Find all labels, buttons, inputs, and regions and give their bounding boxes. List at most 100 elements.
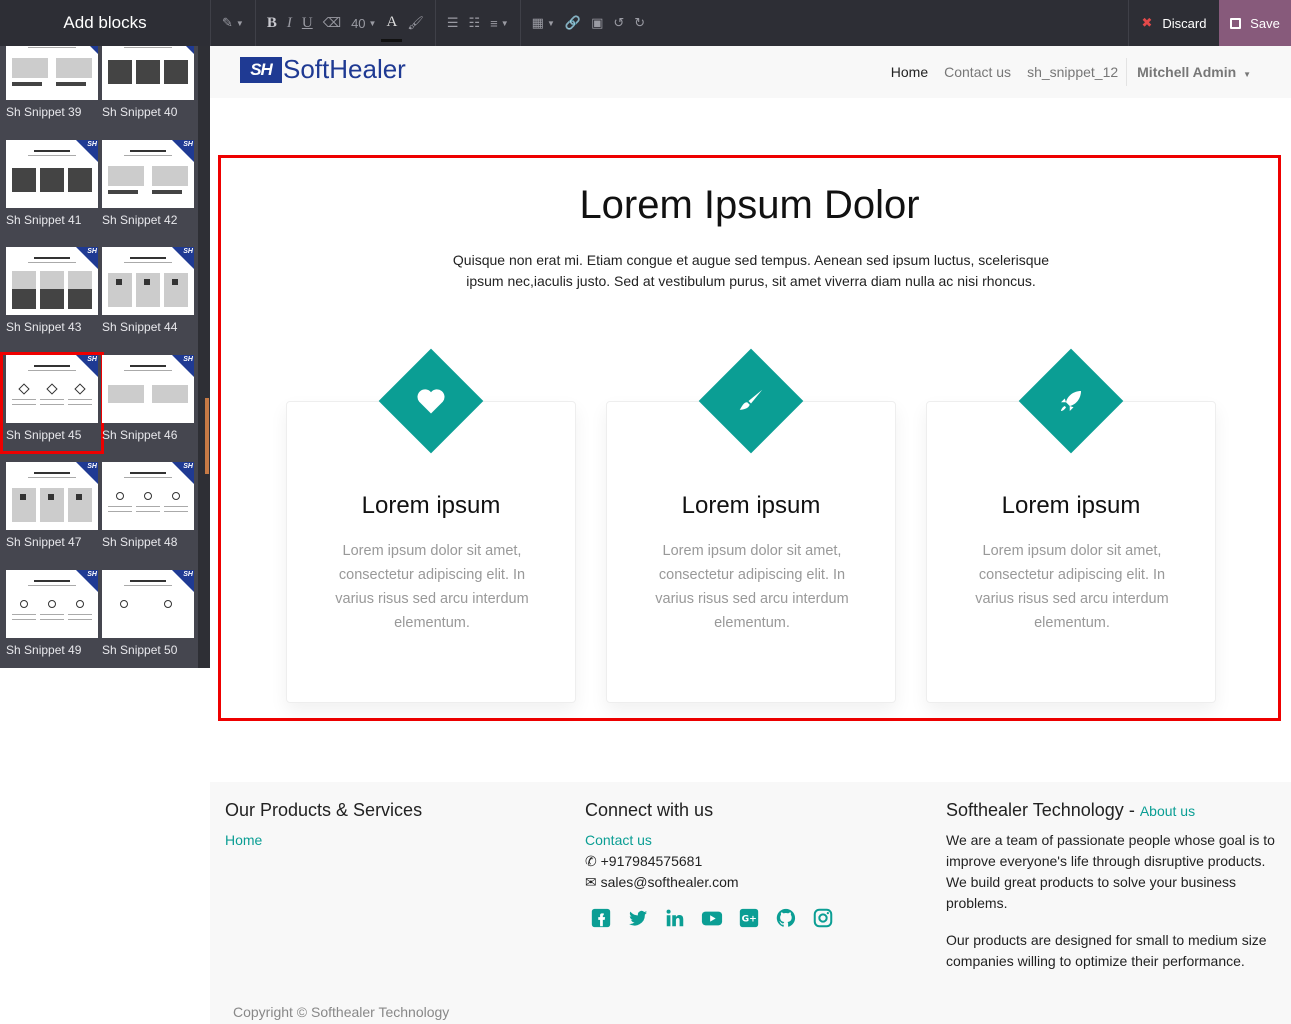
snippet-tile[interactable]: SH Sh Snippet 49 [6, 570, 98, 657]
snippet-badge: SH [183, 571, 193, 578]
section-title[interactable]: Lorem Ipsum Dolor [221, 183, 1278, 228]
github-icon[interactable] [775, 907, 797, 929]
font-color-button[interactable]: A [381, 6, 403, 42]
youtube-icon[interactable] [701, 907, 723, 929]
snippet-tile[interactable]: SH Sh Snippet 44 [102, 247, 194, 334]
italic-button[interactable]: I [282, 0, 297, 46]
font-size-dropdown[interactable]: 40 ▼ [346, 0, 381, 46]
linkedin-icon[interactable] [664, 907, 686, 929]
snippet-badge: SH [87, 463, 97, 471]
connect-title: Connect with us [585, 800, 714, 820]
scrollbar-thumb[interactable] [205, 398, 209, 474]
discard-button[interactable]: ✖ Discard [1128, 0, 1219, 46]
snippet-label: Sh Snippet 39 [6, 105, 82, 119]
snippet-tile[interactable]: SH Sh Snippet 43 [6, 247, 98, 334]
card-title[interactable]: Lorem ipsum [287, 492, 575, 520]
snippet-tile[interactable]: SH Sh Snippet 50 [102, 570, 194, 657]
rocket-icon [1018, 348, 1124, 454]
snippet-preview: SH [102, 570, 194, 638]
snippet-tile[interactable]: SH Sh Snippet 40 [102, 46, 194, 119]
snippet-badge: SH [183, 355, 193, 363]
facebook-icon[interactable] [590, 907, 612, 929]
link-icon[interactable]: 🔗 [560, 0, 586, 46]
about-paragraph-2: Our products are designed for small to m… [946, 932, 1267, 969]
about-paragraph-1: We are a team of passionate people whose… [946, 832, 1275, 911]
footer-products: Our Products & Services Home [225, 800, 422, 851]
svg-text:G+: G+ [742, 914, 757, 925]
envelope-icon: ✉ [585, 874, 597, 890]
card-text[interactable]: Lorem ipsum dolor sit amet, consectetur … [647, 539, 857, 635]
discard-label: Discard [1162, 15, 1207, 31]
snippet-label: Sh Snippet 40 [102, 105, 178, 119]
snippet-badge: SH [183, 140, 193, 148]
footer-contact-link[interactable]: Contact us [585, 830, 849, 851]
redo-icon[interactable]: ↻ [629, 0, 650, 46]
snippet-badge: SH [183, 463, 193, 471]
bullet-list-icon[interactable]: ☰ [442, 0, 464, 46]
snippet-label: Sh Snippet 48 [102, 535, 178, 550]
snippet-tile[interactable]: SH Sh Snippet 47 [6, 462, 98, 549]
align-icon[interactable]: ≡ ▼ [485, 0, 514, 46]
snippet-label: Sh Snippet 44 [102, 320, 178, 335]
table-icon[interactable]: ▦ ▼ [527, 0, 560, 46]
snippet-tile[interactable]: SH Sh Snippet 48 [102, 462, 194, 549]
social-links: G+ [590, 907, 849, 929]
add-blocks-title: Add blocks [63, 13, 147, 32]
card-title[interactable]: Lorem ipsum [927, 492, 1215, 520]
email-address[interactable]: sales@softhealer.com [601, 874, 739, 890]
footer-home-link[interactable]: Home [225, 830, 422, 851]
snippet-preview: SH [102, 462, 194, 531]
softhealer-logo[interactable]: SH SoftHealer [240, 54, 406, 85]
editor-toolbar: Add blocks ✎ ▼ B I U ⌫ 40 ▼ A 🖌 ☰ ☷ ≡ ▼ ▦ ▼ … [0, 0, 1291, 46]
undo-icon[interactable]: ↺ [608, 0, 629, 46]
save-label: Save [1250, 15, 1280, 31]
snippet-preview: SH [6, 139, 98, 208]
snippet-tile[interactable]: SH Sh Snippet 39 [6, 46, 98, 119]
snippet-preview: SH [6, 570, 98, 638]
copyright: Copyright © Softhealer Technology [233, 1004, 450, 1020]
snippet-preview: SH [6, 247, 98, 316]
nav-home[interactable]: Home [883, 64, 936, 80]
scrollbar[interactable] [198, 46, 210, 668]
card-title[interactable]: Lorem ipsum [607, 492, 895, 520]
footer-connect: Connect with us Contact us ✆ +9179845756… [585, 800, 849, 929]
phone-number: +917984575681 [600, 853, 703, 869]
snippet-tile[interactable]: SH Sh Snippet 41 [6, 139, 98, 227]
instagram-icon[interactable] [812, 907, 834, 929]
phone-icon: ✆ [585, 853, 597, 869]
save-button[interactable]: Save [1219, 0, 1291, 46]
card-icon-diamond [378, 348, 484, 454]
snippet-badge: SH [87, 248, 97, 256]
snippet-preview: SH [102, 139, 194, 208]
snippet-tile[interactable]: SH Sh Snippet 42 [102, 139, 194, 227]
nav-sh-snippet-12[interactable]: sh_snippet_12 [1019, 64, 1126, 80]
image-icon[interactable]: ▣ [586, 0, 608, 46]
snippet-preview: SH [102, 46, 194, 100]
close-icon: ✖ [1141, 15, 1153, 30]
phone-line: ✆ +917984575681 [585, 851, 849, 872]
snippet-badge: SH [87, 571, 97, 578]
snippet-preview: SH [102, 354, 194, 423]
paint-brush-icon[interactable]: 🖌 [402, 0, 429, 46]
floppy-disk-icon [1230, 17, 1242, 29]
underline-button[interactable]: U [297, 0, 318, 46]
numbered-list-icon[interactable]: ☷ [463, 0, 485, 46]
nav-contact-us[interactable]: Contact us [936, 64, 1019, 80]
bold-button[interactable]: B [262, 0, 282, 46]
card-text[interactable]: Lorem ipsum dolor sit amet, consectetur … [967, 539, 1177, 635]
snippet-label: Sh Snippet 49 [6, 643, 82, 657]
magic-wand-icon[interactable]: ✎ ▼ [217, 0, 249, 46]
snippet-tile[interactable]: SH Sh Snippet 46 [102, 354, 194, 442]
section-description[interactable]: Quisque non erat mi. Etiam congue et aug… [441, 250, 1061, 292]
heart-icon [378, 348, 484, 454]
eraser-icon[interactable]: ⌫ [318, 0, 346, 46]
google-plus-icon[interactable]: G+ [738, 907, 760, 929]
user-menu[interactable]: Mitchell Admin ▼ [1126, 58, 1291, 86]
snippet-preview: SH [6, 462, 98, 531]
twitter-icon[interactable] [627, 907, 649, 929]
selected-snippet-section[interactable]: Lorem Ipsum Dolor Quisque non erat mi. E… [218, 155, 1281, 721]
company-title: Softhealer Technology - About us [946, 800, 1278, 821]
card-text[interactable]: Lorem ipsum dolor sit amet, consectetur … [327, 539, 537, 635]
title-separator: - [1128, 800, 1135, 820]
about-us-link[interactable]: About us [1140, 803, 1195, 819]
